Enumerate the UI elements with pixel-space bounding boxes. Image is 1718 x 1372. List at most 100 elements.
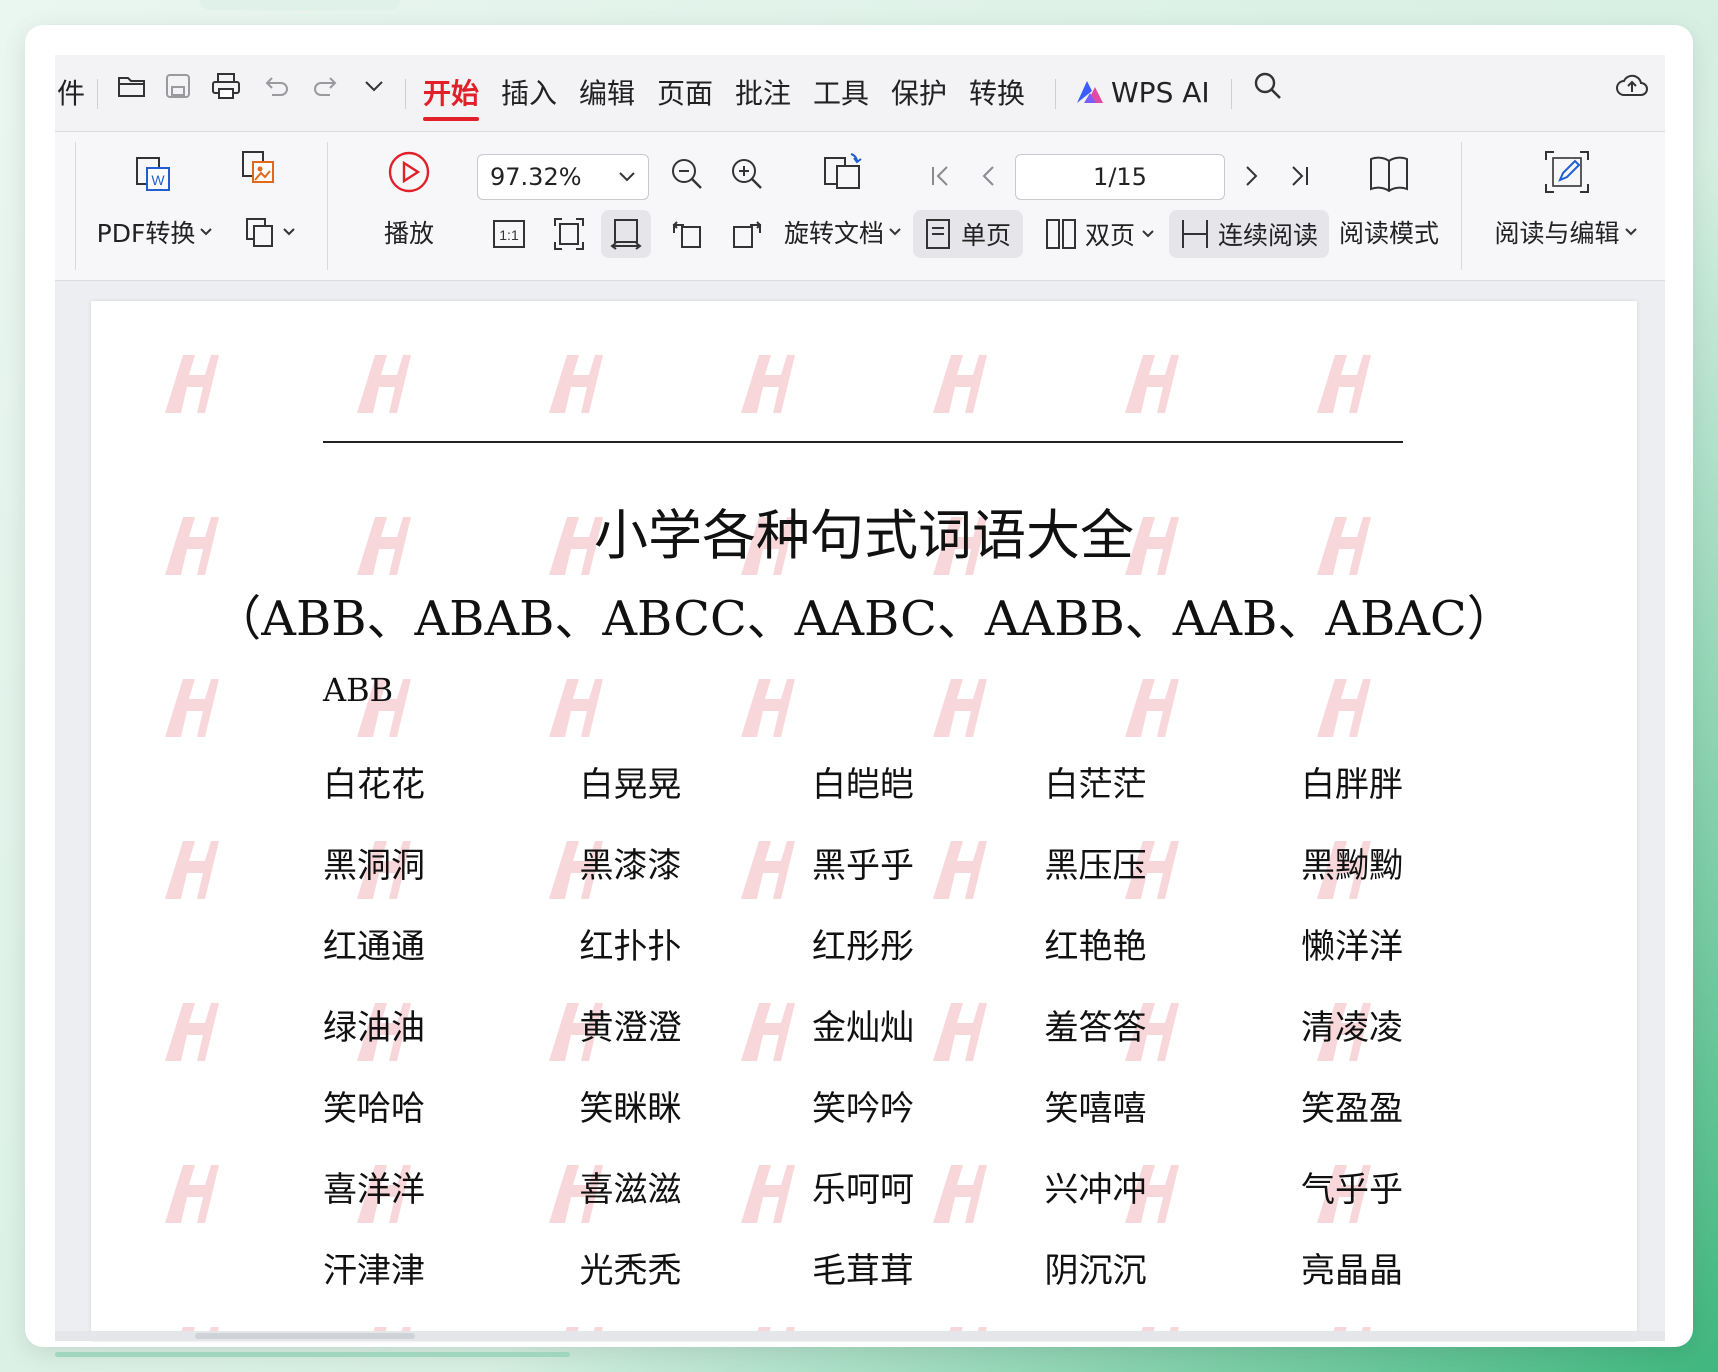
first-page-icon[interactable] <box>921 154 961 198</box>
word-item: 光秃秃 <box>579 1251 682 1291</box>
zoom-out-icon[interactable] <box>665 152 709 196</box>
previous-page-icon[interactable] <box>969 154 1009 198</box>
wps-ai-button[interactable]: WPS AI <box>1073 69 1210 115</box>
word-item: 气乎乎 <box>1301 1170 1403 1210</box>
menu-bar: 件 开始 插入 编辑 页面 批注 工具 保护 转换 WPS AI <box>55 55 1665 132</box>
continuous-reading-button[interactable]: 连续阅读 <box>1169 210 1329 258</box>
copy-convert-dropdown[interactable] <box>235 210 305 254</box>
save-icon[interactable] <box>161 69 195 103</box>
fit-width-icon[interactable] <box>601 210 651 258</box>
word-item: 红彤彤 <box>812 927 914 967</box>
horizontal-scrollbar[interactable] <box>55 1331 1665 1341</box>
word-item: 笑盈盈 <box>1301 1089 1403 1129</box>
word-item: 白皑皑 <box>812 765 914 805</box>
pdf-convert-label: PDF转换 <box>96 219 196 248</box>
header-rule <box>323 441 1403 443</box>
edit-frame-icon[interactable] <box>1541 146 1593 198</box>
chevron-down-icon <box>1624 228 1637 236</box>
tab-protect[interactable]: 保护 <box>891 69 947 115</box>
word-item: 红扑扑 <box>579 927 682 967</box>
quick-access-chevron-down-icon[interactable] <box>357 69 391 103</box>
rotate-right-icon[interactable] <box>725 212 769 256</box>
tab-tools[interactable]: 工具 <box>813 69 869 115</box>
double-page-icon <box>1045 219 1076 249</box>
zoom-in-icon[interactable] <box>725 152 769 196</box>
document-subtitle: （ABB、ABAB、ABCC、AABC、AABB、AAB、ABAC） <box>213 591 1515 647</box>
menu-separator <box>1231 79 1232 109</box>
ribbon-separator <box>327 142 328 270</box>
actual-size-button[interactable]: 1:1 <box>487 212 531 256</box>
watermark-logo-icon <box>165 679 219 737</box>
rotate-left-icon[interactable] <box>665 212 709 256</box>
ribbon-separator <box>1461 142 1462 270</box>
open-folder-icon[interactable] <box>115 69 149 103</box>
read-and-edit-label: 阅读与编辑 <box>1494 219 1620 248</box>
pdf-to-image-icon[interactable] <box>237 146 281 190</box>
background-tab-peek <box>200 0 400 10</box>
word-item: 绿油油 <box>323 1008 425 1048</box>
word-item: 红艳艳 <box>1044 927 1147 967</box>
word-item: 乐呵呵 <box>812 1170 914 1210</box>
word-item: 笑眯眯 <box>579 1089 682 1129</box>
word-item: 羞答答 <box>1044 1008 1147 1048</box>
watermark-logo-icon <box>165 1003 219 1061</box>
word-item: 黑洞洞 <box>323 846 425 886</box>
tab-annotate[interactable]: 批注 <box>735 69 791 115</box>
word-item: 清凌凌 <box>1301 1008 1403 1048</box>
scrollbar-thumb[interactable] <box>195 1333 415 1339</box>
tab-edit[interactable]: 编辑 <box>579 69 635 115</box>
file-menu[interactable]: 件 <box>57 69 85 115</box>
read-and-edit-button[interactable]: 阅读与编辑 <box>1485 210 1647 254</box>
redo-icon[interactable] <box>309 69 343 103</box>
watermark-logo-icon <box>1125 355 1179 413</box>
tab-start[interactable]: 开始 <box>423 69 480 121</box>
play-label: 播放 <box>383 219 434 248</box>
zoom-select[interactable]: 97.32% <box>477 154 649 200</box>
fit-page-icon[interactable] <box>547 212 591 256</box>
word-item: 笑嘻嘻 <box>1044 1089 1147 1129</box>
rotate-document-button[interactable]: 旋转文档 <box>781 210 905 254</box>
play-icon[interactable] <box>385 148 433 196</box>
double-page-button[interactable]: 双页 <box>1035 210 1165 258</box>
play-button[interactable]: 播放 <box>373 210 445 254</box>
tab-label: 编辑 <box>579 77 636 110</box>
undo-icon[interactable] <box>259 69 293 103</box>
single-page-button[interactable]: 单页 <box>913 210 1023 258</box>
continuous-reading-icon <box>1181 220 1208 248</box>
single-page-label: 单页 <box>960 221 1011 250</box>
watermark-logo-icon <box>1317 679 1371 737</box>
wps-ai-logo-icon <box>1073 75 1107 109</box>
word-item: 喜滋滋 <box>579 1170 682 1210</box>
book-icon[interactable] <box>1363 148 1415 200</box>
cloud-upload-icon[interactable] <box>1615 69 1649 103</box>
ribbon-separator <box>75 142 76 270</box>
read-mode-button[interactable]: 阅读模式 <box>1337 210 1441 254</box>
rotate-document-icon[interactable] <box>817 146 869 198</box>
wps-ai-label: WPS AI <box>1111 75 1210 109</box>
print-icon[interactable] <box>209 69 243 103</box>
next-page-icon[interactable] <box>1231 154 1271 198</box>
word-item: 红通通 <box>323 927 425 967</box>
actual-size-icon: 1:1 <box>493 220 525 248</box>
word-item: 兴冲冲 <box>1044 1170 1147 1210</box>
tab-insert[interactable]: 插入 <box>501 69 557 115</box>
menu-separator <box>405 79 406 109</box>
pdf-to-word-icon[interactable]: W <box>127 150 179 198</box>
document-canvas[interactable]: 小学各种句式词语大全 （ABB、ABAB、ABCC、AABC、AABB、AAB、… <box>55 281 1665 1341</box>
word-item: 笑吟吟 <box>812 1089 914 1129</box>
last-page-icon[interactable] <box>1279 154 1319 198</box>
tab-label: 页面 <box>657 77 714 110</box>
page-number-input[interactable]: 1/15 <box>1015 154 1225 200</box>
tab-page[interactable]: 页面 <box>657 69 713 115</box>
chevron-down-icon <box>200 228 213 236</box>
tab-convert[interactable]: 转换 <box>969 69 1025 115</box>
word-row: 黑洞洞 黑漆漆 黑乎乎 黑压压 黑黝黝 <box>323 822 1403 903</box>
watermark-logo-icon <box>1317 355 1371 413</box>
svg-text:W: W <box>151 172 165 188</box>
pdf-convert-button[interactable]: PDF转换 <box>95 210 215 254</box>
tab-label: 批注 <box>735 77 792 110</box>
copy-pages-icon <box>246 218 273 247</box>
word-item: 汗津津 <box>323 1251 425 1291</box>
search-icon[interactable] <box>1251 69 1285 103</box>
taskbar-progress-strip <box>55 1352 570 1357</box>
